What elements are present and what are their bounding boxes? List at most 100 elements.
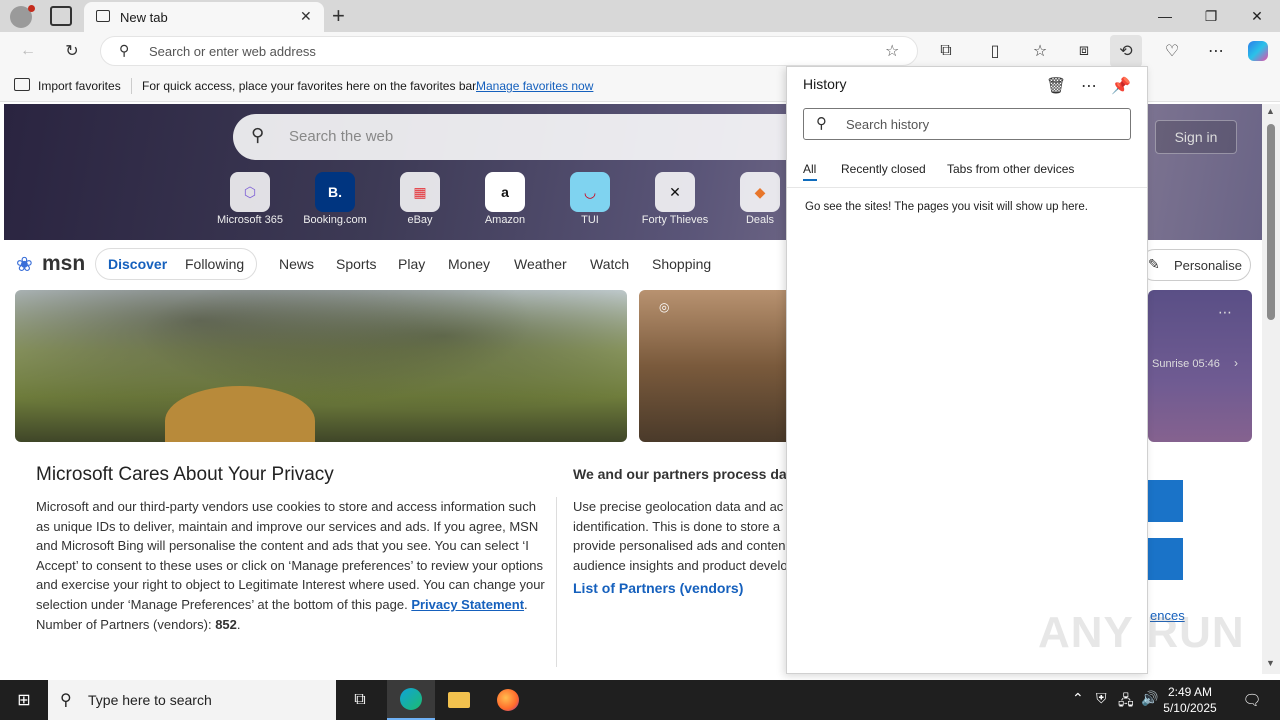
scroll-down-icon[interactable]: ▼ <box>1266 658 1275 668</box>
partners-heading: We and our partners process data <box>573 466 800 482</box>
clock-time: 2:49 AM <box>1167 685 1213 699</box>
taskbar-search-icon: ⚲ <box>60 692 72 709</box>
search-icon: ⚲ <box>119 42 130 58</box>
restore-icon[interactable]: ❐ <box>1188 0 1234 32</box>
security-tray-icon[interactable]: ⛨ <box>1096 690 1107 707</box>
ebay-icon: ▦ <box>400 172 440 212</box>
quick-link-booking[interactable]: B. Booking.com <box>295 172 375 232</box>
quick-link-amazon[interactable]: a Amazon <box>465 172 545 232</box>
tab-discover[interactable]: Discover <box>108 256 167 272</box>
history-empty-message: Go see the sites! The pages you visit wi… <box>805 201 1088 213</box>
favorite-star-icon[interactable]: ☆ <box>885 41 899 61</box>
sunrise-text: Sunrise 05:46 <box>1152 358 1220 370</box>
close-tab-icon[interactable]: ✕ <box>300 8 312 25</box>
extensions-icon[interactable]: ⧉ <box>930 35 962 67</box>
history-panel: History 🗑 ⋯ 📌 ⚲ Search history All Recen… <box>786 66 1148 674</box>
history-more-icon[interactable]: ⋯ <box>1074 71 1104 101</box>
nav-news[interactable]: News <box>279 256 314 272</box>
history-separator <box>787 187 1147 188</box>
feed-toggle: Discover Following <box>95 248 257 280</box>
close-window-icon[interactable]: ✕ <box>1234 0 1280 32</box>
new-tab-icon[interactable]: + <box>332 3 345 29</box>
file-explorer-icon[interactable] <box>435 680 483 720</box>
task-view-icon[interactable]: ⧉ <box>336 680 384 720</box>
history-tab-recently-closed[interactable]: Recently closed <box>841 162 926 176</box>
clock-date: 5/10/2025 <box>1163 701 1217 715</box>
partners-label: Number of Partners (vendors): <box>36 616 212 632</box>
history-tab-other-devices[interactable]: Tabs from other devices <box>947 162 1074 176</box>
system-clock[interactable]: 2:49 AM 5/10/2025 <box>1160 684 1220 716</box>
refresh-icon[interactable]: ↻ <box>56 35 88 67</box>
nav-weather[interactable]: Weather <box>514 256 567 272</box>
tab-new-tab[interactable]: New tab ✕ <box>84 2 324 32</box>
quick-link-forty-thieves[interactable]: ✕ Forty Thieves <box>635 172 715 232</box>
partners-count: 852 <box>215 616 237 632</box>
news-card-hero-image[interactable] <box>15 290 627 442</box>
scroll-up-icon[interactable]: ▲ <box>1266 106 1275 116</box>
page-scrollbar[interactable]: ▲ ▼ <box>1262 104 1280 674</box>
nav-sports[interactable]: Sports <box>336 256 376 272</box>
pin-icon[interactable]: 📌 <box>1106 71 1136 101</box>
taskbar-search-box[interactable]: ⚲ Type here to search <box>48 680 336 720</box>
active-tab-indicator <box>803 179 817 181</box>
favorites-icon[interactable]: ☆ <box>1024 35 1056 67</box>
import-favorites-button[interactable]: Import favorites <box>38 79 121 93</box>
tab-following[interactable]: Following <box>185 256 244 272</box>
nav-play[interactable]: Play <box>398 256 425 272</box>
list-of-partners-link[interactable]: List of Partners (vendors) <box>573 580 743 596</box>
favorites-bar-message: For quick access, place your favorites h… <box>142 79 479 93</box>
minimize-icon[interactable]: — <box>1142 0 1188 32</box>
tab-actions-icon[interactable] <box>50 6 72 26</box>
amazon-icon: a <box>485 172 525 212</box>
back-icon[interactable]: ← <box>12 35 44 67</box>
msn-butterfly-icon: ❀ <box>16 254 33 276</box>
sign-in-button[interactable]: Sign in <box>1155 120 1237 154</box>
personalise-button[interactable]: ✎ Personalise <box>1139 249 1251 281</box>
web-search-icon: ⚲ <box>251 125 265 145</box>
browser-essentials-icon[interactable]: ♡ <box>1156 35 1188 67</box>
nav-money[interactable]: Money <box>448 256 490 272</box>
tile-label: Microsoft 365 <box>216 214 284 226</box>
weather-more-icon[interactable]: ⋯ <box>1218 304 1232 321</box>
nav-shopping[interactable]: Shopping <box>652 256 711 272</box>
address-bar[interactable]: ⚲ Search or enter web address ☆ <box>100 36 918 66</box>
manage-favorites-link[interactable]: Manage favorites now <box>476 79 593 93</box>
edge-taskbar-icon[interactable] <box>387 680 435 720</box>
news-card-kitchen-image[interactable]: ◎ <box>639 290 809 442</box>
copilot-icon[interactable] <box>1242 35 1274 67</box>
firefox-icon[interactable] <box>484 680 532 720</box>
tree-silhouette <box>15 290 627 442</box>
notifications-icon[interactable]: 🗨 <box>1228 680 1276 720</box>
nav-watch[interactable]: Watch <box>590 256 629 272</box>
quick-link-tui[interactable]: ◡ TUI <box>550 172 630 232</box>
collections-icon[interactable]: ⧈ <box>1068 35 1100 67</box>
web-search-box[interactable]: ⚲ Search the web <box>233 114 833 160</box>
accept-button[interactable] <box>1144 480 1183 522</box>
partners-body-line: provide personalised ads and conten <box>573 538 786 554</box>
web-search-placeholder: Search the web <box>289 128 394 145</box>
windows-start-icon[interactable]: ⊞ <box>0 680 48 720</box>
forty-thieves-icon: ✕ <box>655 172 695 212</box>
history-search-input[interactable]: ⚲ Search history <box>803 108 1131 140</box>
import-favorites-icon <box>14 78 30 91</box>
privacy-statement-link[interactable]: Privacy Statement <box>411 597 524 612</box>
network-icon[interactable]: 🖧 <box>1118 690 1134 714</box>
privacy-title: Microsoft Cares About Your Privacy <box>36 464 334 485</box>
quick-link-ebay[interactable]: ▦ eBay <box>380 172 460 232</box>
msn-logo[interactable]: msn <box>42 252 85 276</box>
scrollbar-thumb[interactable] <box>1267 124 1275 320</box>
split-screen-icon[interactable]: ▯ <box>979 35 1011 67</box>
history-tab-all[interactable]: All <box>803 162 816 176</box>
personalise-label: Personalise <box>1174 258 1242 273</box>
volume-icon[interactable]: 🔊 <box>1141 690 1158 707</box>
chevron-right-icon[interactable]: › <box>1234 356 1238 370</box>
history-icon[interactable]: ⟲ <box>1110 35 1142 67</box>
delete-history-icon[interactable]: 🗑 <box>1041 71 1071 101</box>
quick-link-microsoft-365[interactable]: ⬡ Microsoft 365 <box>210 172 290 232</box>
reject-button[interactable] <box>1144 538 1183 580</box>
show-hidden-icons-icon[interactable]: ⌃ <box>1072 690 1084 707</box>
settings-more-icon[interactable]: ⋯ <box>1200 35 1232 67</box>
personalise-icon: ✎ <box>1148 256 1160 272</box>
history-title: History <box>803 76 847 92</box>
weather-card[interactable]: ⋯ Sunrise 05:46 › <box>1148 290 1252 442</box>
